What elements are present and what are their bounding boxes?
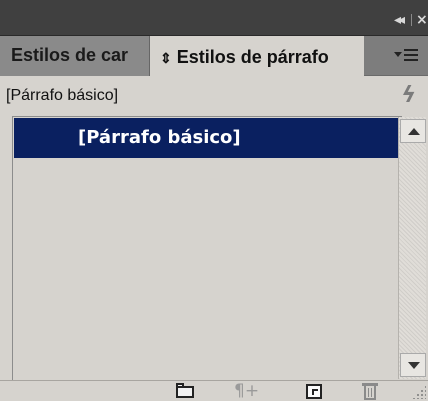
resize-grip-icon[interactable] [412,385,426,399]
scroll-up-button[interactable] [400,119,426,143]
new-group-folder-icon[interactable] [176,381,196,401]
tab-paragraph-styles-label: Estilos de párrafo [176,47,329,67]
trash-can [364,386,376,400]
scroll-down-button[interactable] [400,353,426,377]
tab-character-styles[interactable]: Estilos de car [0,36,150,76]
arrow-up-icon [408,128,420,135]
trash-rib [368,388,369,397]
folder-body [176,386,194,398]
tab-row: Estilos de car ⇕ Estilos de párrafo [0,36,428,76]
menu-line [404,49,418,51]
list-item-label: [Párrafo básico] [78,127,241,148]
close-icon[interactable]: × [416,13,428,27]
clear-overrides-icon[interactable]: ¶+ [234,381,262,401]
current-style-row: [Párrafo básico] ϟ [0,77,428,115]
tab-character-styles-label: Estilos de car [11,45,129,65]
menu-line [404,54,418,56]
styles-list[interactable]: [Párrafo básico] [12,116,402,380]
bottom-toolbar: ¶+ [0,380,428,401]
trash-rib [371,388,372,397]
menu-line [404,59,418,61]
tab-paragraph-styles[interactable]: ⇕ Estilos de párrafo [150,36,364,76]
new-style-fold [312,389,318,395]
current-style-label: [Párrafo básico] [6,87,119,104]
new-style-icon[interactable] [306,381,324,401]
vertical-scrollbar[interactable] [398,117,426,379]
panel-title-bar[interactable]: ◂◂ × [0,0,428,36]
lightning-bolt-icon[interactable]: ϟ [401,83,416,108]
collapse-icon[interactable]: ◂◂ [394,13,405,27]
panel-menu-icon[interactable] [394,46,420,66]
arrow-down-icon [408,362,420,369]
title-bar-divider [411,14,412,26]
menu-triangle [394,52,402,57]
trash-icon[interactable] [362,381,378,401]
list-item-basic-paragraph[interactable]: [Párrafo básico] [14,118,399,158]
tab-reorder-arrows-icon: ⇕ [160,50,172,66]
paragraph-styles-panel: ◂◂ × Estilos de car ⇕ Estilos de párrafo … [0,0,428,401]
